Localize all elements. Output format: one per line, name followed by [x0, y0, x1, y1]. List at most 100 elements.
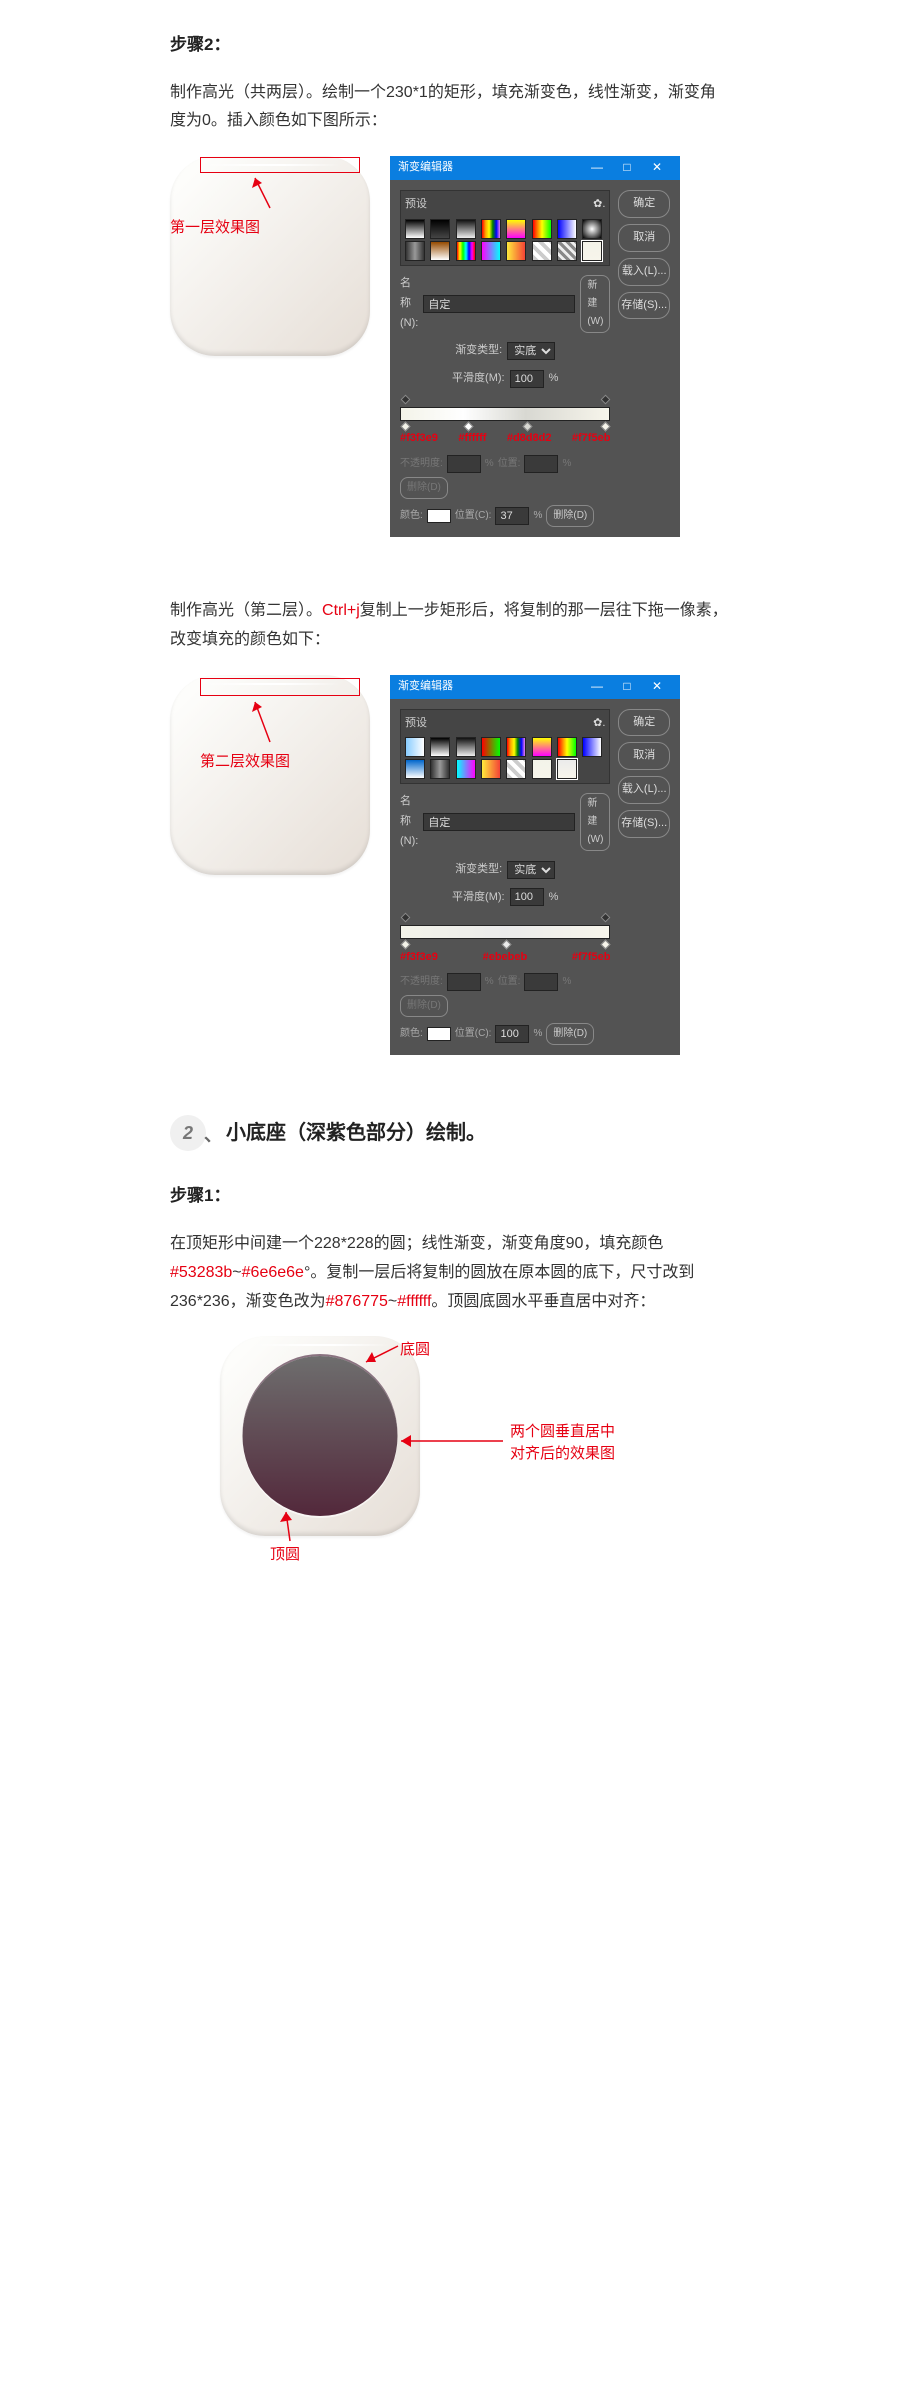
smooth-label: 平滑度(M):	[452, 369, 505, 389]
smooth-input[interactable]	[510, 888, 544, 906]
gedit-titlebar: 渐变编辑器 — □ ✕	[390, 675, 680, 699]
smooth-input[interactable]	[510, 370, 544, 388]
stop-a0: #f3f3e9	[400, 429, 438, 449]
swatch[interactable]	[481, 759, 501, 779]
save-button[interactable]: 存储(S)...	[618, 810, 670, 838]
close-icon[interactable]: ✕	[642, 156, 672, 180]
swatch[interactable]	[582, 219, 602, 239]
swatch[interactable]	[456, 219, 476, 239]
swatch[interactable]	[430, 759, 450, 779]
step1-title: 步骤1：	[170, 1181, 730, 1212]
step2-desc-b: 制作高光（第二层）。Ctrl+j复制上一步矩形后，将复制的那一层往下拖一像素，改…	[170, 597, 730, 655]
gradient-bar-area[interactable]: #f3f3e9 #ffffff #d8d8d2 #f7f5eb	[400, 397, 610, 433]
cancel-button[interactable]: 取消	[618, 224, 670, 252]
swatch[interactable]	[405, 737, 425, 757]
presets-grid[interactable]	[405, 737, 605, 779]
name-label: 名称(N):	[400, 274, 418, 333]
section-2-head: 2 小底座（深紫色部分）绘制。	[170, 1115, 730, 1151]
step2-title: 步骤2：	[170, 30, 730, 61]
loc2-input[interactable]	[495, 507, 529, 525]
swatch[interactable]	[481, 241, 501, 261]
minimize-icon[interactable]: —	[582, 675, 612, 699]
swatch[interactable]	[557, 241, 577, 261]
new-button[interactable]: 新建(W)	[580, 793, 610, 851]
loc-label: 位置:	[498, 455, 521, 473]
opacity-label: 不透明度:	[400, 973, 443, 991]
swatch[interactable]	[582, 737, 602, 757]
swatch[interactable]	[456, 759, 476, 779]
swatch[interactable]	[557, 759, 577, 779]
new-button[interactable]: 新建(W)	[580, 275, 610, 333]
presets-grid[interactable]	[405, 219, 605, 261]
swatch[interactable]	[481, 737, 501, 757]
swatch[interactable]	[532, 759, 552, 779]
minimize-icon[interactable]: —	[582, 156, 612, 180]
swatch[interactable]	[506, 219, 526, 239]
load-button[interactable]: 载入(L)...	[618, 776, 670, 804]
swatch[interactable]	[506, 759, 526, 779]
swatch[interactable]	[430, 219, 450, 239]
stop-a3: #f7f5eb	[572, 429, 611, 449]
maximize-icon[interactable]: □	[612, 156, 642, 180]
arrow-icon	[250, 697, 280, 747]
color-swatch[interactable]	[427, 1027, 451, 1041]
swatch[interactable]	[481, 219, 501, 239]
cancel-button[interactable]: 取消	[618, 742, 670, 770]
stop-a2: #d8d8d2	[507, 429, 552, 449]
highlight-rect-2	[200, 678, 360, 696]
swatch[interactable]	[430, 737, 450, 757]
maximize-icon[interactable]: □	[612, 675, 642, 699]
swatch[interactable]	[532, 737, 552, 757]
delete-button-dim: 删除(D)	[400, 995, 448, 1017]
pct: %	[549, 888, 559, 908]
color-swatch[interactable]	[427, 509, 451, 523]
type-label: 渐变类型:	[455, 341, 502, 361]
presets-label: 预设	[405, 714, 427, 734]
close-icon[interactable]: ✕	[642, 675, 672, 699]
name-input[interactable]	[423, 813, 575, 831]
delete-button[interactable]: 删除(D)	[546, 1023, 594, 1045]
preview-layer1: 第一层效果图	[170, 156, 380, 356]
name-input[interactable]	[423, 295, 575, 313]
loc2-input[interactable]	[495, 1025, 529, 1043]
stop-b0: #f3f3e9	[400, 948, 438, 968]
step1-desc: 在顶矩形中间建一个228*228的圆；线性渐变，渐变角度90，填充颜色#5328…	[170, 1230, 730, 1316]
swatch[interactable]	[405, 241, 425, 261]
swatch[interactable]	[557, 219, 577, 239]
swatch[interactable]	[582, 241, 602, 261]
arrow-icon	[395, 1431, 505, 1451]
save-button[interactable]: 存储(S)...	[618, 292, 670, 320]
swatch[interactable]	[456, 241, 476, 261]
type-select[interactable]: 实底	[507, 861, 555, 879]
gedit-titlebar: 渐变编辑器 — □ ✕	[390, 156, 680, 180]
swatch[interactable]	[532, 219, 552, 239]
swatch[interactable]	[405, 759, 425, 779]
swatch[interactable]	[532, 241, 552, 261]
loc2-label: 位置(C):	[455, 507, 492, 525]
delete-button-dim: 删除(D)	[400, 477, 448, 499]
ann-top-circle: 顶圆	[270, 1541, 300, 1568]
opacity-input	[447, 455, 481, 473]
type-label: 渐变类型:	[455, 860, 502, 880]
type-select[interactable]: 实底	[507, 342, 555, 360]
swatch[interactable]	[405, 219, 425, 239]
pct2: %	[485, 455, 494, 473]
gedit-title-text: 渐变编辑器	[398, 677, 453, 697]
gear-icon[interactable]: ✿.	[593, 714, 605, 734]
load-button[interactable]: 载入(L)...	[618, 258, 670, 286]
swatch[interactable]	[430, 241, 450, 261]
swatch[interactable]	[456, 737, 476, 757]
delete-button[interactable]: 删除(D)	[546, 505, 594, 527]
stop-a1: #ffffff	[458, 429, 486, 449]
ok-button[interactable]: 确定	[618, 190, 670, 218]
swatch	[582, 759, 602, 779]
gradient-editor: 渐变编辑器 — □ ✕ 预设 ✿.	[390, 675, 680, 1056]
swatch[interactable]	[506, 737, 526, 757]
gradient-bar-area[interactable]: #f3f3e9 #ebebeb #f7f5eb	[400, 915, 610, 951]
gradient-bar[interactable]	[400, 925, 610, 939]
gradient-bar[interactable]	[400, 407, 610, 421]
swatch[interactable]	[557, 737, 577, 757]
ok-button[interactable]: 确定	[618, 709, 670, 737]
swatch[interactable]	[506, 241, 526, 261]
gear-icon[interactable]: ✿.	[593, 195, 605, 215]
